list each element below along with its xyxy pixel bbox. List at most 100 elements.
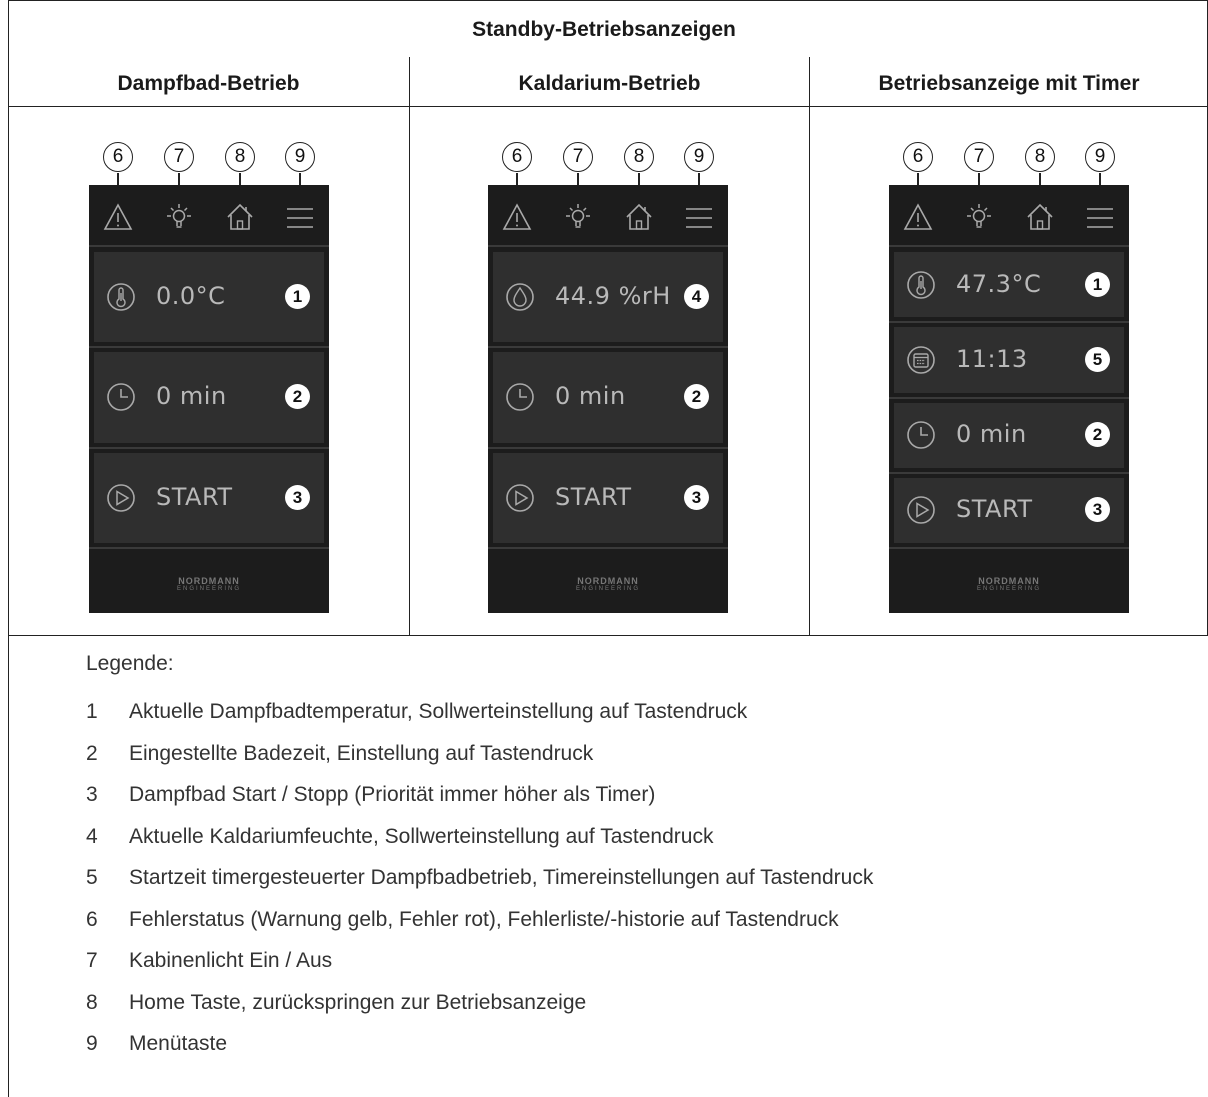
legend-text: Aktuelle Kaldariumfeuchte, Sollwerteinst… [129, 824, 714, 848]
home-icon[interactable] [1025, 199, 1055, 233]
legend-number: 8 [86, 990, 98, 1014]
home-icon[interactable] [225, 199, 255, 233]
legend-number: 4 [86, 824, 98, 848]
number-badge: 3 [285, 484, 310, 510]
tile-value: 0 min [956, 420, 1027, 449]
brand-name: NORDMANN [178, 576, 240, 586]
callout-9: 9 [285, 142, 315, 172]
thermometer-icon [906, 270, 936, 300]
menu-icon[interactable] [1085, 199, 1115, 233]
separator [889, 547, 1129, 549]
tile-thermometer[interactable]: 0.0°C 1 [94, 252, 324, 343]
brand-logo: NORDMANN ENGINEERING [89, 577, 329, 593]
light-bulb-icon[interactable] [164, 199, 194, 233]
tile-calendar[interactable]: 11:13 5 [894, 327, 1124, 393]
legend-text: Aktuelle Dampfbadtemperatur, Sollwertein… [129, 700, 748, 723]
number-badge: 2 [1085, 422, 1110, 448]
tile-play[interactable]: START 3 [493, 452, 723, 543]
separator [889, 245, 1129, 247]
callout-7: 7 [563, 142, 593, 172]
separator [488, 446, 728, 449]
tile-clock[interactable]: 0 min 2 [894, 402, 1124, 468]
column-divider-1 [409, 57, 410, 635]
callout-6: 6 [903, 142, 933, 172]
clock-icon [106, 382, 136, 412]
column-header-kaldarium: Kaldarium-Betrieb [518, 72, 701, 95]
separator [89, 446, 329, 449]
callout-6: 6 [103, 142, 133, 172]
display-screen-1: 0.0°C 1 0 min 2 START 3 NORDMANN ENGINEERING [89, 185, 329, 613]
home-icon[interactable] [624, 199, 654, 233]
number-badge: 3 [684, 484, 709, 510]
tile-value: 47.3°C [956, 269, 1042, 298]
warning-icon[interactable] [103, 199, 133, 233]
number-badge: 1 [285, 284, 310, 310]
legend-heading: Legende: [86, 652, 174, 675]
brand-logo: NORDMANN ENGINEERING [488, 577, 728, 593]
table-bottom-border [8, 635, 1208, 636]
callout-8: 8 [1025, 142, 1055, 172]
brand-sub: ENGINEERING [976, 586, 1041, 592]
callout-9: 9 [1085, 142, 1115, 172]
tile-clock[interactable]: 0 min 2 [493, 352, 723, 443]
tile-droplet[interactable]: 44.9 %rH 4 [493, 252, 723, 343]
menu-icon[interactable] [684, 199, 714, 233]
tile-value: START [156, 482, 233, 511]
separator [488, 547, 728, 549]
separator [488, 245, 728, 247]
legend-number: 6 [86, 907, 98, 931]
callout-7: 7 [964, 142, 994, 172]
light-bulb-icon[interactable] [964, 199, 994, 233]
brand-name: NORDMANN [577, 576, 639, 586]
number-badge: 2 [684, 384, 709, 410]
menu-icon[interactable] [285, 199, 315, 233]
separator [89, 245, 329, 247]
left-border [8, 0, 9, 1097]
table-title: Standby-Betriebsanzeigen [472, 18, 736, 41]
tile-thermometer[interactable]: 47.3°C 1 [894, 252, 1124, 318]
brand-name: NORDMANN [978, 576, 1040, 586]
number-badge: 3 [1085, 497, 1110, 523]
play-icon [505, 483, 535, 513]
tile-value: 0 min [156, 382, 227, 411]
column-divider-2 [809, 57, 810, 635]
legend-number: 9 [86, 1032, 98, 1055]
separator [488, 346, 728, 349]
display-screen-2: 44.9 %rH 4 0 min 2 START 3 NORDMANN ENGINEERING [488, 185, 728, 613]
separator [889, 396, 1129, 399]
column-header-timer: Betriebsanzeige mit Timer [878, 72, 1140, 95]
brand-sub: ENGINEERING [575, 586, 640, 592]
legend-number: 7 [86, 949, 98, 972]
play-icon [906, 495, 936, 525]
callout-8: 8 [225, 142, 255, 172]
header-divider [8, 106, 1208, 107]
legend-text: Fehlerstatus (Warnung gelb, Fehler rot),… [129, 907, 839, 931]
legend-text: Menütaste [129, 1032, 228, 1055]
top-border [8, 0, 1208, 1]
tile-value: 0.0°C [156, 282, 226, 311]
light-bulb-icon[interactable] [563, 199, 593, 233]
legend-number: 5 [86, 866, 98, 889]
callout-6: 6 [502, 142, 532, 172]
legend-number: 3 [86, 783, 98, 806]
droplet-icon [505, 282, 535, 312]
number-badge: 1 [1085, 271, 1110, 297]
warning-icon[interactable] [502, 199, 532, 233]
separator [889, 471, 1129, 474]
thermometer-icon [106, 282, 136, 312]
tile-clock[interactable]: 0 min 2 [94, 352, 324, 443]
number-badge: 4 [684, 284, 709, 310]
number-badge: 2 [285, 384, 310, 410]
tile-value: 0 min [555, 382, 626, 411]
tile-play[interactable]: START 3 [894, 477, 1124, 543]
calendar-icon [906, 345, 936, 375]
legend-number: 2 [86, 741, 98, 765]
tile-play[interactable]: START 3 [94, 452, 324, 543]
brand-sub: ENGINEERING [176, 586, 241, 592]
warning-icon[interactable] [903, 199, 933, 233]
callout-8: 8 [624, 142, 654, 172]
tile-value: 11:13 [956, 344, 1028, 373]
clock-icon [906, 420, 936, 450]
legend-text: Eingestellte Badezeit, Einstellung auf T… [129, 741, 594, 765]
legend-text: Startzeit timergesteuerter Dampfbadbetri… [129, 866, 874, 889]
